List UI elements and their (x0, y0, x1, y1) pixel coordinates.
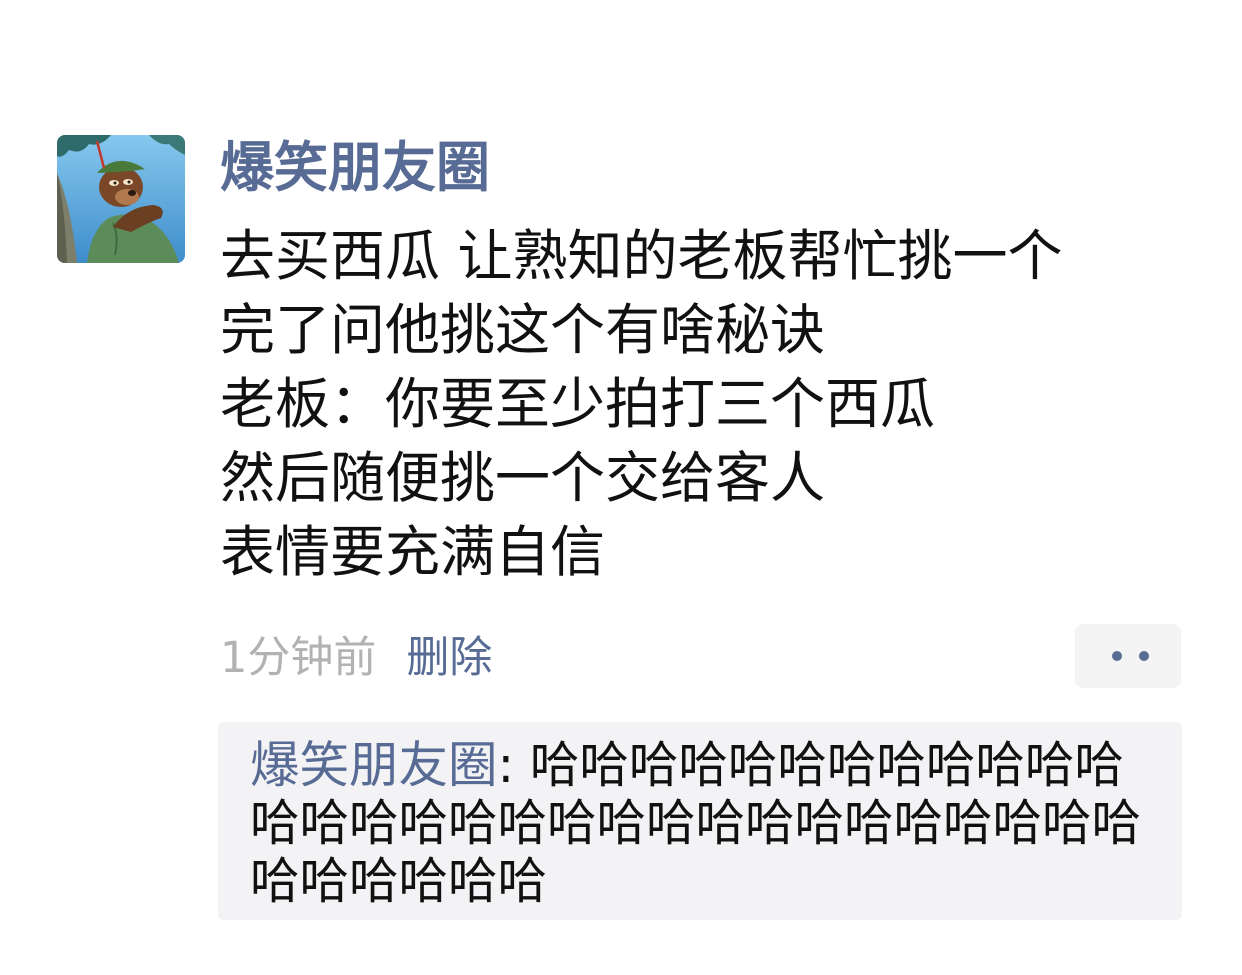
moments-post: 爆笑朋友圈 去买西瓜 让熟知的老板帮忙挑一个 完了问他挑这个有啥秘诀 老板：你要… (0, 0, 1242, 975)
comment-section: 爆笑朋友圈: 哈哈哈哈哈哈哈哈哈哈哈哈哈哈哈哈哈哈哈哈哈哈哈哈哈哈哈哈哈哈哈哈哈… (218, 722, 1182, 920)
post-text-line: 去买西瓜 让熟知的老板帮忙挑一个 (220, 224, 1063, 288)
cartoon-bear-avatar-icon (57, 135, 185, 263)
post-text-line: 老板：你要至少拍打三个西瓜 (220, 372, 936, 436)
post-timestamp: 1分钟前 (220, 633, 377, 683)
more-actions-button[interactable] (1075, 624, 1181, 688)
comment-separator: : (497, 736, 530, 794)
post-text-line: 表情要充满自信 (220, 520, 606, 584)
post-author-name[interactable]: 爆笑朋友圈 (220, 136, 490, 200)
more-dots-icon (1112, 651, 1150, 661)
post-meta-row: 1分钟前 删除 (220, 628, 492, 688)
dot (1112, 651, 1122, 661)
post-text-line: 然后随便挑一个交给客人 (220, 446, 826, 510)
avatar[interactable] (57, 135, 185, 263)
dot (1139, 651, 1149, 661)
post-text-line: 完了问他挑这个有啥秘诀 (220, 298, 826, 362)
comment-item[interactable]: 爆笑朋友圈: 哈哈哈哈哈哈哈哈哈哈哈哈哈哈哈哈哈哈哈哈哈哈哈哈哈哈哈哈哈哈哈哈哈… (250, 736, 1155, 910)
comment-author-name[interactable]: 爆笑朋友圈 (250, 736, 498, 794)
post-text: 去买西瓜 让熟知的老板帮忙挑一个 完了问他挑这个有啥秘诀 老板：你要至少拍打三个… (220, 219, 1220, 589)
delete-link[interactable]: 删除 (406, 633, 492, 683)
